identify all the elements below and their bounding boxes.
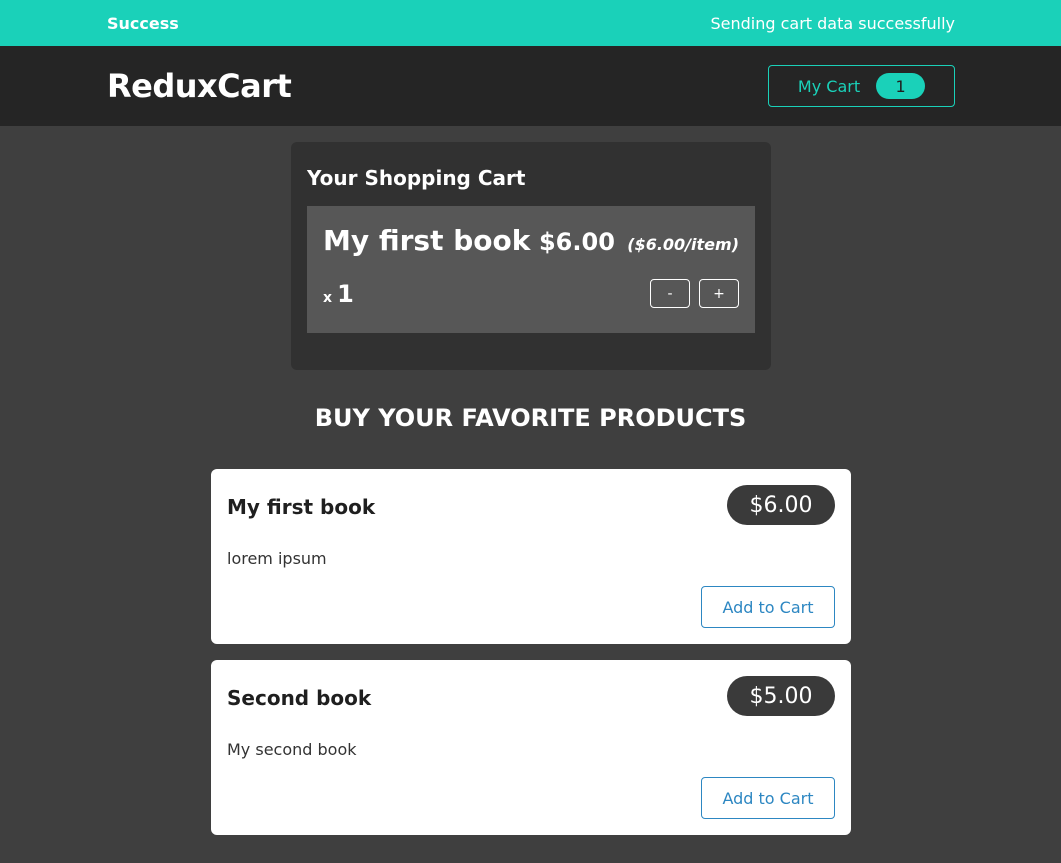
notification-message: Sending cart data successfully [710, 13, 955, 33]
my-cart-button[interactable]: My Cart 1 [768, 65, 955, 107]
notification-title: Success [107, 13, 179, 33]
quantity-actions: - + [650, 279, 739, 308]
products-section-title: BUY YOUR FAVORITE PRODUCTS [314, 404, 747, 432]
shopping-cart-panel: Your Shopping Cart My first book $6.00 (… [291, 142, 771, 370]
my-cart-label: My Cart [797, 76, 861, 96]
app-logo: ReduxCart [107, 67, 292, 105]
notification-bar: Success Sending cart data successfully [0, 0, 1061, 46]
product-name: My first book [227, 495, 376, 519]
product-description: lorem ipsum [227, 549, 327, 568]
product-price: $5.00 [727, 676, 835, 716]
cart-item-unit-price: ($6.00/item) [627, 235, 739, 254]
product-description: My second book [227, 740, 357, 759]
cart-title: Your Shopping Cart [307, 166, 526, 190]
product-name: Second book [227, 686, 372, 710]
cart-item-quantity: x 1 [323, 280, 354, 308]
add-to-cart-button[interactable]: Add to Cart [701, 586, 835, 628]
cart-count-badge: 1 [876, 73, 926, 99]
quantity-value: 1 [337, 280, 354, 308]
cart-item-price: $6.00 ($6.00/item) [539, 228, 739, 256]
quantity-prefix: x [323, 290, 333, 306]
main-header: ReduxCart My Cart 1 [0, 46, 1061, 126]
product-price: $6.00 [727, 485, 835, 525]
increase-quantity-button[interactable]: + [699, 279, 739, 308]
add-to-cart-button[interactable]: Add to Cart [701, 777, 835, 819]
decrease-quantity-button[interactable]: - [650, 279, 690, 308]
cart-item-total: $6.00 [538, 228, 615, 256]
product-card: My first book $6.00 lorem ipsum Add to C… [211, 469, 851, 644]
product-card: Second book $5.00 My second book Add to … [211, 660, 851, 835]
cart-item: My first book $6.00 ($6.00/item) x 1 - + [307, 206, 755, 333]
